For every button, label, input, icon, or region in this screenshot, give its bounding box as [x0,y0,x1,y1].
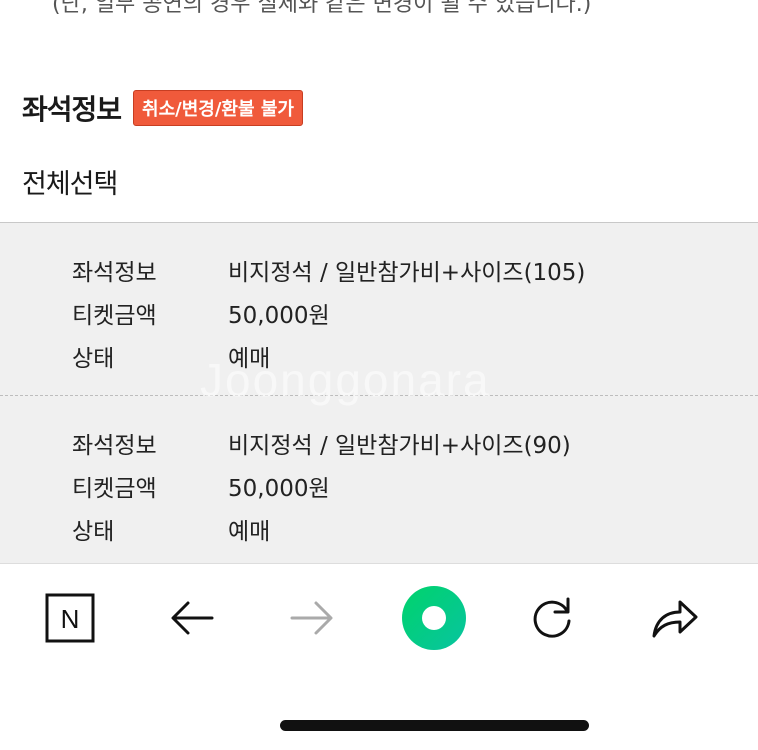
home-indicator [280,720,589,731]
price-value: 50,000원 [228,303,330,329]
select-all-button[interactable]: 전체선택 [22,162,118,201]
seat-item: 좌석정보 비지정석 / 일반참가비+사이즈(90) 티켓금액 50,000원 상… [0,396,758,566]
seat-label: 좌석정보 [72,433,157,459]
price-label: 티켓금액 [72,476,157,502]
seat-row: 좌석정보 비지정석 / 일반참가비+사이즈(105) [72,253,585,287]
back-arrow-icon[interactable] [162,588,222,648]
price-row: 티켓금액 50,000원 [72,469,330,503]
seat-info-header: 좌석정보 취소/변경/환불 불가 [22,88,303,128]
seat-value: 비지정석 / 일반참가비+사이즈(105) [228,260,586,286]
share-icon[interactable] [644,588,704,648]
watermark: Joonggonara [200,354,491,406]
no-refund-badge: 취소/변경/환불 불가 [133,90,303,126]
seat-value: 비지정석 / 일반참가비+사이즈(90) [228,433,571,459]
seat-row: 좌석정보 비지정석 / 일반참가비+사이즈(90) [72,426,571,460]
seat-label: 좌석정보 [72,260,157,286]
price-label: 티켓금액 [72,303,157,329]
forward-arrow-icon[interactable] [282,588,342,648]
price-row: 티켓금액 50,000원 [72,296,330,330]
browser-toolbar: N [0,563,758,684]
status-value: 예매 [228,519,271,545]
section-title: 좌석정보 [22,93,122,126]
reload-icon[interactable] [522,588,582,648]
price-value: 50,000원 [228,476,330,502]
top-notice: (단, 일부 공연의 경우 실제와 같은 변경이 될 수 있습니다.) [52,0,592,17]
seat-list: 좌석정보 비지정석 / 일반참가비+사이즈(105) 티켓금액 50,000원 … [0,223,758,563]
status-row: 상태 예매 [72,512,270,546]
home-letter: N [61,604,80,634]
naver-home-icon[interactable]: N [40,588,100,648]
status-label: 상태 [72,519,115,545]
green-dot-icon[interactable] [400,584,468,652]
